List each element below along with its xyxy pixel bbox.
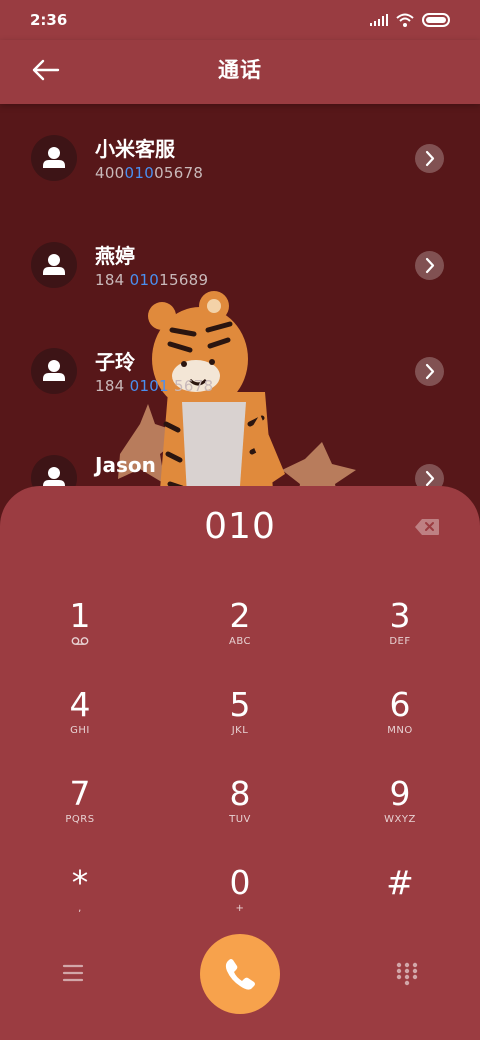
voicemail-icon	[71, 637, 89, 645]
key-hash[interactable]: #	[340, 863, 460, 943]
key-1[interactable]: 1	[20, 596, 140, 676]
key-star[interactable]: * ,	[20, 863, 140, 943]
key-letters: GHI	[70, 725, 90, 736]
key-letters	[20, 636, 140, 650]
chevron-right-icon	[425, 150, 435, 167]
key-letters: TUV	[229, 814, 251, 825]
contact-list[interactable]: 小米客服 40001005678 燕婷 184 01015689 子玲 184 …	[0, 104, 480, 504]
contact-number: 184 0101 5678	[95, 377, 214, 395]
key-digit: 8	[229, 774, 251, 813]
key-digit: 7	[69, 774, 91, 813]
key-3[interactable]: 3 DEF	[340, 596, 460, 676]
battery-icon	[422, 13, 450, 27]
key-digit: 2	[229, 596, 251, 635]
avatar	[31, 135, 77, 181]
key-letters: WXYZ	[384, 814, 416, 825]
contact-details-button[interactable]	[415, 357, 444, 386]
chevron-right-icon	[425, 363, 435, 380]
key-digit: 9	[389, 774, 411, 813]
wifi-icon	[396, 13, 414, 27]
app-header: 通话	[0, 40, 480, 104]
key-letters: JKL	[231, 725, 249, 736]
contact-number: 184 01015689	[95, 271, 209, 289]
status-time: 2:36	[30, 11, 68, 29]
key-6[interactable]: 6 MNO	[340, 685, 460, 765]
menu-icon[interactable]	[62, 964, 84, 982]
chevron-right-icon	[425, 257, 435, 274]
key-7[interactable]: 7 PQRS	[20, 774, 140, 854]
key-digit: 6	[389, 685, 411, 724]
contact-name: Jason	[95, 453, 156, 477]
key-2[interactable]: 2 ABC	[180, 596, 300, 676]
avatar	[31, 242, 77, 288]
key-digit: *	[71, 863, 89, 902]
key-letters: PQRS	[65, 814, 95, 825]
key-letters: +	[235, 903, 245, 914]
signal-icon	[370, 14, 388, 26]
contact-details-button[interactable]	[415, 144, 444, 173]
dialpad-icon[interactable]	[396, 962, 418, 986]
status-icons	[370, 13, 452, 27]
key-letters: MNO	[387, 725, 413, 736]
contact-name: 小米客服	[95, 137, 175, 161]
contact-item[interactable]: 小米客服 40001005678	[0, 104, 480, 194]
key-5[interactable]: 5 JKL	[180, 685, 300, 765]
key-letters: ,	[78, 903, 82, 914]
dialed-number: 010	[204, 506, 276, 547]
call-button[interactable]	[200, 934, 280, 1014]
person-icon	[43, 254, 65, 275]
backspace-icon[interactable]	[414, 518, 440, 536]
key-digit: 0	[229, 863, 251, 902]
status-bar: 2:36	[0, 0, 480, 40]
key-9[interactable]: 9 WXYZ	[340, 774, 460, 854]
avatar	[31, 348, 77, 394]
key-digit: 3	[389, 596, 411, 635]
contact-item[interactable]: 子玲 184 0101 5678	[0, 317, 480, 407]
key-digit: #	[386, 863, 414, 902]
person-icon	[43, 147, 65, 168]
key-letters: ABC	[228, 636, 251, 647]
dialpad-panel: 010 1 2 ABC 3 DEF 4 GHI 5 JKL 6 MNO 7 PQ…	[0, 486, 480, 1040]
key-digit: 1	[69, 596, 91, 635]
contact-number: 40001005678	[95, 164, 204, 182]
page-title: 通话	[218, 58, 262, 82]
key-letters: DEF	[389, 636, 411, 647]
phone-icon	[225, 959, 255, 990]
key-letters	[340, 903, 460, 917]
dialer-bottom-bar	[0, 934, 480, 1014]
person-icon	[43, 360, 65, 381]
contact-item[interactable]: 燕婷 184 01015689	[0, 211, 480, 301]
contact-name: 燕婷	[95, 244, 135, 268]
key-0[interactable]: 0 +	[180, 863, 300, 943]
key-digit: 5	[229, 685, 251, 724]
key-4[interactable]: 4 GHI	[20, 685, 140, 765]
key-digit: 4	[69, 685, 91, 724]
contact-details-button[interactable]	[415, 251, 444, 280]
contact-name: 子玲	[95, 350, 135, 374]
key-8[interactable]: 8 TUV	[180, 774, 300, 854]
